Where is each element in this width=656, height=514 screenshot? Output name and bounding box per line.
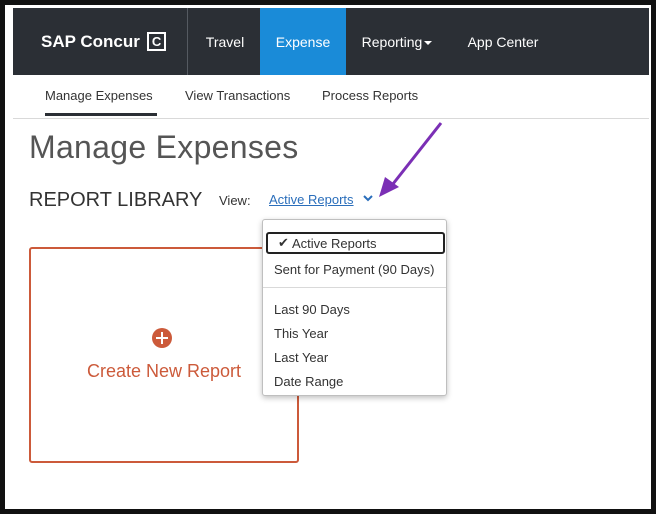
subnav-process-reports[interactable]: Process Reports [322,88,418,103]
dropdown-option-last-90-days[interactable]: Last 90 Days [274,302,350,317]
nav-tab-travel[interactable]: Travel [203,8,247,75]
nav-separator [187,8,188,75]
arrow-annotation-icon [379,122,443,197]
view-label: View: [219,193,251,208]
create-new-report-card[interactable]: Create New Report [29,247,299,463]
dropdown-option-active-reports[interactable]: ✔ Active Reports [266,232,445,254]
nav-tab-travel-label: Travel [205,33,245,50]
create-new-report-label: Create New Report [86,361,242,381]
brand-name: SAP Concur [41,31,140,51]
page-title: Manage Expenses [29,129,299,165]
nav-tab-app-center[interactable]: App Center [467,8,539,75]
dropdown-option-sent-for-payment[interactable]: Sent for Payment (90 Days) [274,262,434,277]
dropdown-divider [263,287,446,288]
report-library-heading: REPORT LIBRARY [29,189,203,211]
view-filter-select[interactable]: Active Reports [269,192,354,207]
subnav-view-transactions[interactable]: View Transactions [185,88,290,103]
chevron-down-icon[interactable] [361,191,375,205]
checkmark-icon: ✔ [278,235,289,250]
brand-logo-letter: C [151,34,162,49]
screenshot-frame: SAP Concur C Travel Expense Reporting Ap… [0,0,656,514]
nav-tab-app-center-label: App Center [467,33,539,50]
nav-tab-expense-label: Expense [275,33,331,50]
nav-tab-reporting-label: Reporting [361,33,423,50]
plus-circle-icon [152,328,172,348]
subnav-manage-expenses[interactable]: Manage Expenses [45,88,153,103]
subnav-active-indicator [45,113,157,116]
dropdown-option-last-year[interactable]: Last Year [274,350,328,365]
nav-tab-reporting[interactable]: Reporting [361,8,433,75]
dropdown-option-label: Active Reports [292,236,377,251]
dropdown-option-date-range[interactable]: Date Range [274,374,343,389]
dropdown-option-this-year[interactable]: This Year [274,326,328,341]
concur-c-logo-icon: C [146,32,166,51]
nav-tab-expense[interactable]: Expense [260,8,346,75]
brand-logo[interactable]: SAP Concur C [41,8,166,75]
sub-navigation: Manage Expenses View Transactions Proces… [13,75,649,119]
view-filter-dropdown: ✔ Active Reports Sent for Payment (90 Da… [262,219,447,396]
caret-down-icon [424,40,433,45]
top-navigation-bar: SAP Concur C Travel Expense Reporting Ap… [13,8,649,75]
